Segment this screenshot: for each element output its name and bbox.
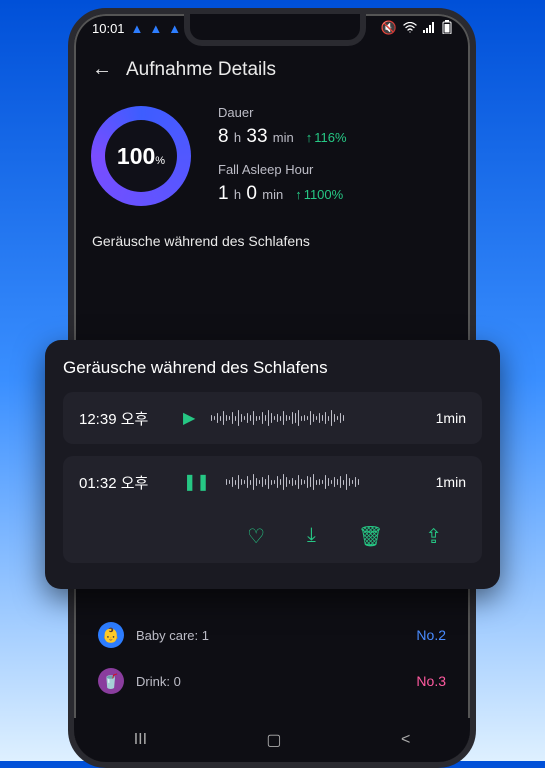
stats-block: Dauer 8 h 33 min ↑ 116% Fall Asleep Hour… (218, 101, 347, 215)
list-item-label: Drink: 0 (136, 674, 404, 689)
fallasleep-value: 1 h 0 min (218, 183, 283, 205)
baby-icon: 👶 (98, 622, 124, 648)
battery-icon (442, 20, 452, 37)
download-icon[interactable]: ⤓ (307, 524, 316, 549)
signal-icon (423, 21, 436, 36)
list-item[interactable]: 👶 Baby care: 1 No.2 (92, 612, 452, 658)
status-time: 10:01 (92, 21, 125, 36)
score-ring: 100 % (86, 101, 196, 211)
clip-time: 01:32 오후 (79, 472, 167, 493)
play-icon[interactable]: ▶ (183, 408, 195, 428)
side-button (474, 144, 476, 204)
back-button[interactable]: < (401, 731, 410, 749)
summary-panel: 100 % Dauer 8 h 33 min ↑ 116% Fall Aslee… (74, 91, 470, 229)
arrow-up-icon: ↑ (306, 130, 313, 145)
side-button (474, 214, 476, 304)
sheet-title: Geräusche während des Schlafens (63, 358, 482, 378)
pause-icon[interactable]: ❚❚ (183, 472, 210, 492)
drink-icon: 🥤 (98, 668, 124, 694)
recent-apps-button[interactable]: III (134, 731, 147, 749)
bell-icon: ▲ (131, 21, 144, 36)
back-arrow-icon[interactable]: ← (92, 58, 112, 81)
bell-icon: ▲ (168, 21, 181, 36)
list-item-label: Baby care: 1 (136, 628, 404, 643)
home-button[interactable]: ▢ (266, 730, 281, 750)
duration-value: 8 h 33 min (218, 126, 294, 148)
heart-icon[interactable]: ♡ (247, 524, 265, 549)
header: ← Aufnahme Details (74, 42, 470, 91)
waveform (211, 406, 419, 430)
habit-list: 👶 Baby care: 1 No.2 🥤 Drink: 0 No.3 (92, 612, 452, 704)
score-percent: % (155, 155, 165, 167)
android-nav-bar: III ▢ < (74, 718, 470, 762)
wifi-icon (403, 21, 417, 36)
noise-section-title: Geräusche während des Schlafens (74, 233, 470, 249)
trash-icon[interactable]: 🗑 (358, 524, 383, 549)
page-title: Aufnahme Details (126, 59, 276, 81)
rank-badge: No.3 (416, 673, 446, 689)
fallasleep-change: ↑ 1100% (295, 187, 343, 202)
rank-badge: No.2 (416, 627, 446, 643)
clip-duration: 1min (436, 474, 466, 490)
share-icon[interactable]: ⇪ (425, 524, 442, 549)
duration-change: ↑ 116% (306, 130, 347, 145)
arrow-up-icon: ↑ (295, 187, 302, 202)
audio-clip-row[interactable]: 01:32 오후 ❚❚ 1min ♡ ⤓ 🗑 ⇪ (63, 456, 482, 563)
status-bar: 10:01 ▲ ▲ ▲ 🔇 (74, 14, 470, 42)
mute-icon: 🔇 (381, 20, 397, 36)
fallasleep-label: Fall Asleep Hour (218, 162, 347, 177)
duration-label: Dauer (218, 105, 347, 120)
list-item[interactable]: 🥤 Drink: 0 No.3 (92, 658, 452, 704)
clip-duration: 1min (436, 410, 466, 426)
waveform (226, 470, 420, 494)
noise-sheet: Geräusche während des Schlafens 12:39 오후… (45, 340, 500, 589)
bell-icon: ▲ (149, 21, 162, 36)
score-value: 100 (117, 120, 155, 192)
audio-clip-row[interactable]: 12:39 오후 ▶ 1min (63, 392, 482, 444)
clip-time: 12:39 오후 (79, 408, 167, 429)
